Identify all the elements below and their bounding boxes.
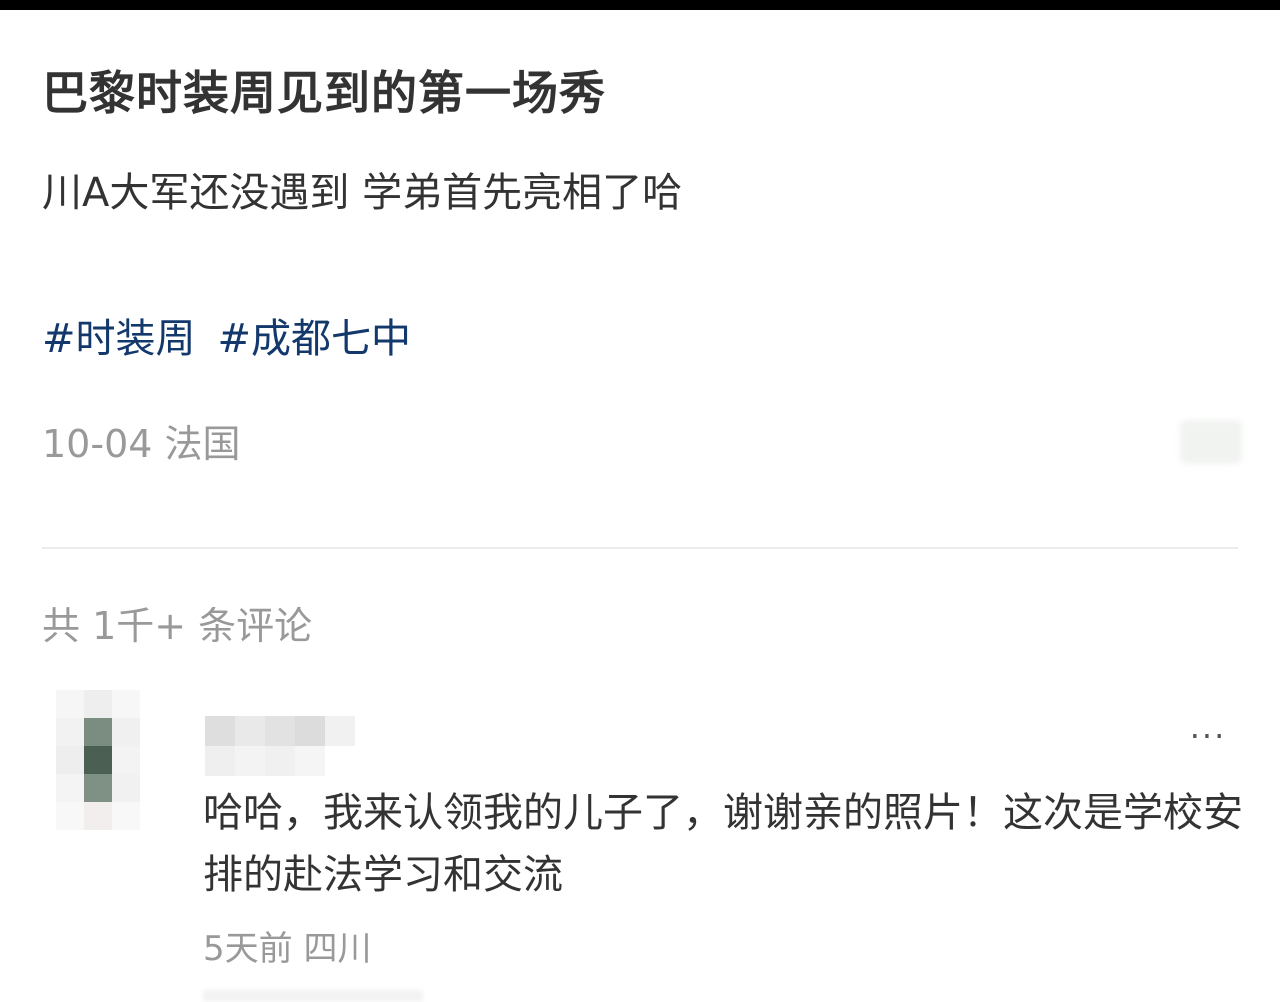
blurred-action[interactable] <box>1180 420 1242 464</box>
post-body: 川A大军还没遇到 学弟首先亮相了哈 <box>42 170 683 216</box>
divider <box>42 547 1238 549</box>
comment-text: 哈哈，我来认领我的儿子了，谢谢亲的照片！这次是学校安排的赴法学习和交流 <box>203 790 1243 898</box>
tag-chengdu-no7[interactable]: #成都七中 <box>218 316 412 362</box>
comment-location: 四川 <box>303 929 372 969</box>
comment-count: 共 1千+ 条评论 <box>42 604 313 648</box>
post-title: 巴黎时装周见到的第一场秀 <box>42 66 606 120</box>
top-bar <box>0 0 1280 10</box>
post-meta: 10-04 法国 <box>42 414 241 474</box>
avatar[interactable] <box>56 690 152 830</box>
comment-meta: 5天前 四川 <box>203 920 371 978</box>
comment-time: 5天前 <box>203 929 293 969</box>
post-location: 法国 <box>164 422 241 466</box>
more-options-icon[interactable]: ··· <box>1184 716 1232 756</box>
tag-list: #时装周 #成都七中 <box>42 308 433 370</box>
post-date: 10-04 <box>42 422 153 466</box>
tag-fashion-week[interactable]: #时装周 <box>42 316 196 362</box>
post: 巴黎时装周见到的第一场秀 川A大军还没遇到 学弟首先亮相了哈 #时装周 #成都七中… <box>42 58 1242 466</box>
blurred-actions-row <box>203 990 423 1002</box>
username[interactable] <box>205 716 355 776</box>
